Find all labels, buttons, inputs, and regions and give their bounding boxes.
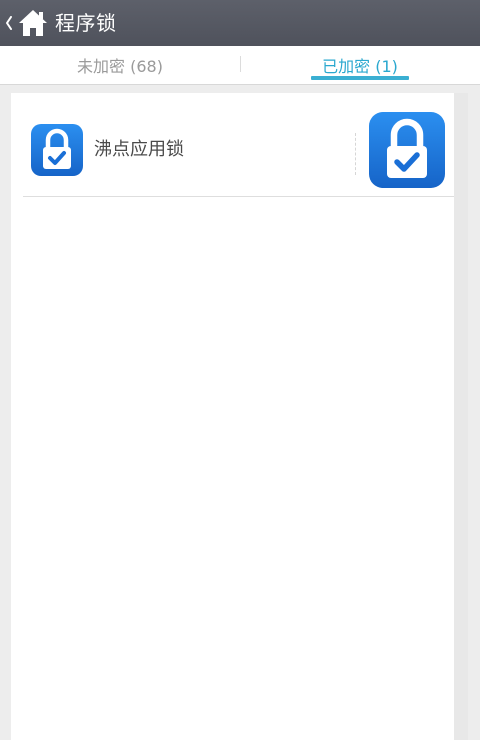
lock-check-icon — [30, 123, 84, 177]
scrollbar-track — [454, 93, 468, 740]
list-item[interactable]: 沸点应用锁 — [11, 93, 454, 196]
lock-toggle-button[interactable] — [368, 111, 446, 189]
app-list: 沸点应用锁 — [11, 93, 454, 740]
chevron-left-icon[interactable] — [2, 0, 16, 46]
active-tab-indicator — [311, 76, 409, 80]
home-icon[interactable] — [18, 8, 48, 38]
row-divider — [23, 196, 454, 197]
tab-bar: 未加密 (68) 已加密 (1) — [0, 46, 480, 85]
row-separator — [355, 133, 356, 175]
tab-unencrypted[interactable]: 未加密 (68) — [0, 46, 240, 84]
app-name: 沸点应用锁 — [94, 139, 184, 160]
title-bar: 程序锁 — [0, 0, 480, 46]
page-title: 程序锁 — [55, 11, 117, 35]
